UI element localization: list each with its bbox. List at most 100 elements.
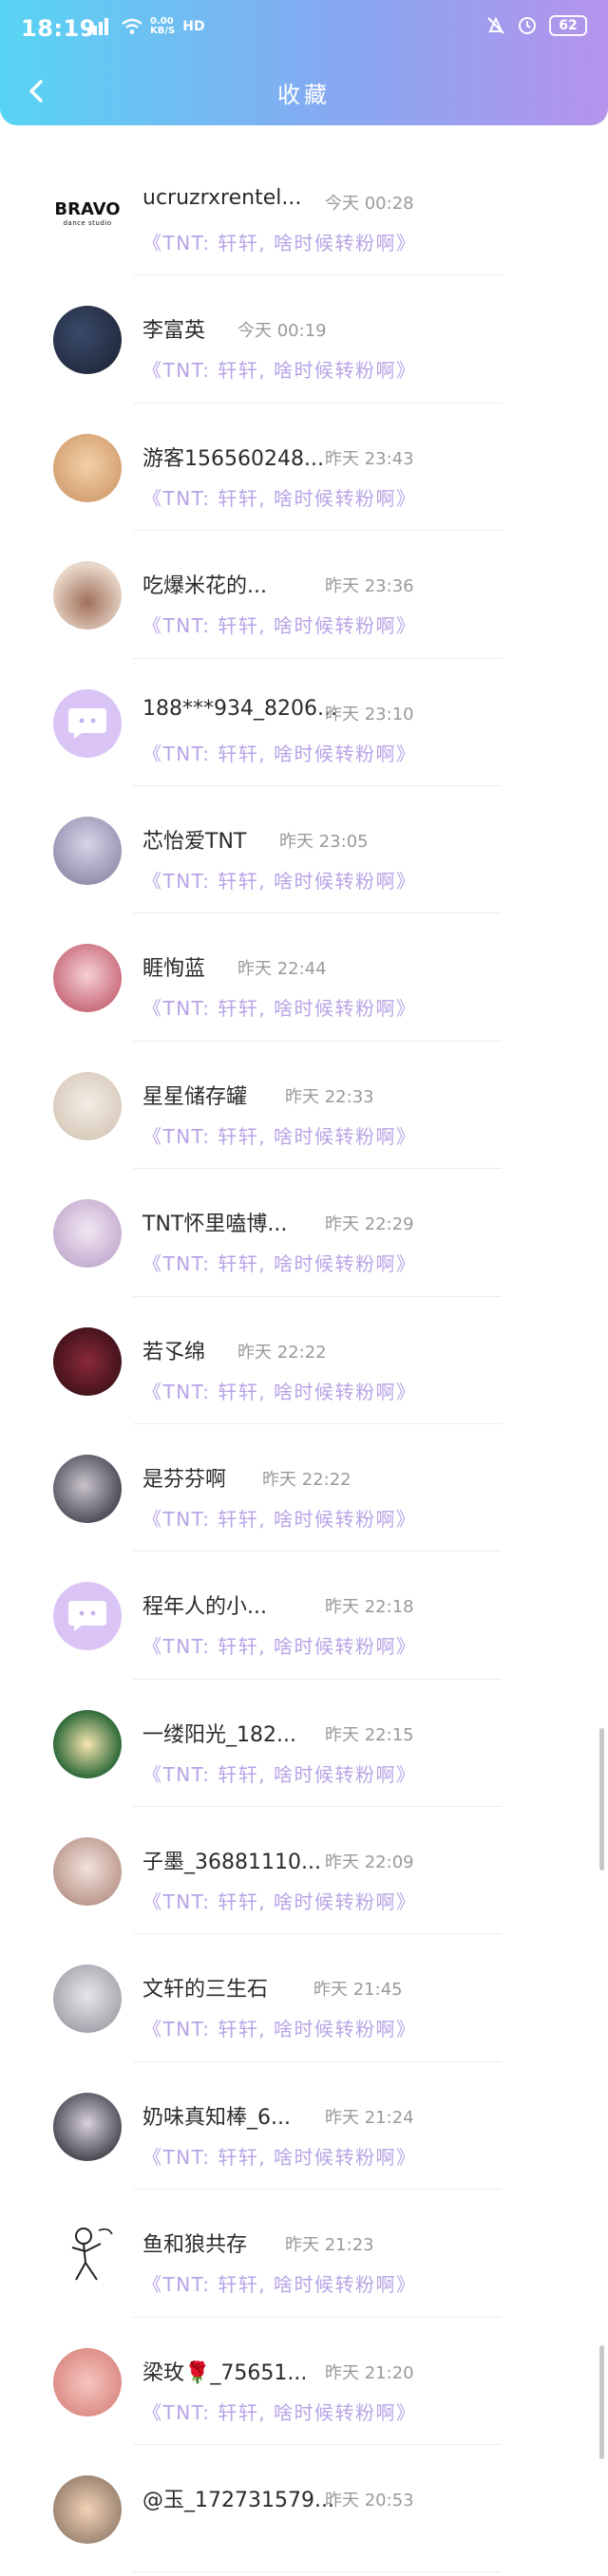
message-preview: 《TNT: 轩轩, 啥时候转粉啊》: [142, 614, 417, 638]
list-item[interactable]: 游客156560248... 昨天 23:43 《TNT: 轩轩, 啥时候转粉啊…: [0, 407, 608, 535]
avatar: [53, 1965, 122, 2034]
timestamp: 昨天 22:22: [238, 1342, 327, 1363]
timestamp: 昨天 20:53: [325, 2491, 414, 2511]
message-preview: 《TNT: 轩轩, 啥时候转粉啊》: [142, 1762, 417, 1786]
status-time: 18:19: [21, 15, 96, 42]
list-item[interactable]: 鱼和狼共存 昨天 21:23 《TNT: 轩轩, 啥时候转粉啊》: [0, 2193, 608, 2321]
user-name: 芯怡爱TNT: [142, 829, 247, 854]
status-right: 62: [486, 15, 587, 36]
user-name: 子墨_36881110...: [142, 1851, 321, 1875]
message-preview: 《TNT: 轩轩, 啥时候转粉啊》: [142, 997, 417, 1021]
timestamp: 今天 00:28: [325, 194, 414, 214]
signal-icon: [87, 18, 108, 35]
sketch-figure-icon: [71, 2228, 113, 2281]
message-preview: 《TNT: 轩轩, 啥时候转粉啊》: [142, 1124, 417, 1148]
message-preview: 《TNT: 轩轩, 啥时候转粉啊》: [142, 2273, 417, 2297]
user-name: 188***934_8206...: [142, 696, 337, 721]
timestamp: 昨天 23:10: [325, 704, 414, 724]
timestamp: 昨天 22:15: [325, 1724, 414, 1745]
network-type: HD: [182, 19, 205, 34]
timestamp: 昨天 21:20: [325, 2362, 414, 2383]
favorites-list: BRAVO dance studio ucruzrxrentel... 今天 0…: [0, 152, 608, 2576]
message-preview: 《TNT: 轩轩, 啥时候转粉啊》: [142, 1635, 417, 1659]
list-item[interactable]: 188***934_8206... 昨天 23:10 《TNT: 轩轩, 啥时候…: [0, 663, 608, 790]
timestamp: 昨天 21:24: [325, 2107, 414, 2128]
message-preview: 《TNT: 轩轩, 啥时候转粉啊》: [142, 232, 417, 254]
user-name: 一缕阳光_182...: [142, 1722, 296, 1747]
avatar: [53, 688, 122, 758]
user-name: 吃爆米花的...: [142, 574, 267, 599]
avatar-logo-subtext: dance studio: [63, 218, 112, 227]
scrollbar-thumb[interactable]: [599, 1728, 604, 1871]
list-item[interactable]: TNT怀里嗑博... 昨天 22:29 《TNT: 轩轩, 啥时候转粉啊》: [0, 1173, 608, 1300]
status-icons: 0.00 KB/S HD: [87, 17, 205, 36]
avatar: [53, 1199, 122, 1269]
user-name: 奶味真知棒_6...: [142, 2105, 291, 2130]
alarm-clock-icon: [519, 17, 536, 34]
user-name: 星星储存罐: [142, 1084, 248, 1109]
list-item[interactable]: 梁玫🌹_75651... 昨天 21:20 《TNT: 轩轩, 啥时候转粉啊》: [0, 2322, 608, 2449]
user-name: 程年人的小...: [142, 1595, 267, 1620]
list-item[interactable]: 睚恂蓝 昨天 22:44 《TNT: 轩轩, 啥时候转粉啊》: [0, 917, 608, 1044]
list-item[interactable]: 星星储存罐 昨天 22:33 《TNT: 轩轩, 啥时候转粉啊》: [0, 1045, 608, 1173]
avatar: [53, 944, 122, 1013]
scrollbar-thumb-secondary[interactable]: [599, 2345, 604, 2459]
list-item[interactable]: 程年人的小... 昨天 22:18 《TNT: 轩轩, 啥时候转粉啊》: [0, 1555, 608, 1683]
timestamp: 昨天 23:43: [325, 448, 414, 469]
timestamp: 昨天 21:45: [314, 1980, 403, 2001]
chat-bubble-icon: [68, 1601, 106, 1632]
list-item[interactable]: 是芬芬啊 昨天 22:22 《TNT: 轩轩, 啥时候转粉啊》: [0, 1428, 608, 1555]
avatar: [53, 433, 122, 502]
user-name: 若孓绵: [142, 1340, 206, 1364]
list-item[interactable]: 一缕阳光_182... 昨天 22:15 《TNT: 轩轩, 啥时候转粉啊》: [0, 1683, 608, 1811]
user-name: TNT怀里嗑博...: [142, 1213, 288, 1237]
avatar: [53, 1837, 122, 1907]
user-name: ucruzrxrentel...: [142, 186, 302, 210]
user-name: 睚恂蓝: [142, 957, 206, 982]
timestamp: 昨天 22:22: [262, 1469, 352, 1490]
list-item[interactable]: 若孓绵 昨天 22:22 《TNT: 轩轩, 啥时候转粉啊》: [0, 1301, 608, 1428]
list-item[interactable]: 李富英 今天 00:19 《TNT: 轩轩, 啥时候转粉啊》: [0, 279, 608, 406]
list-item[interactable]: BRAVO dance studio ucruzrxrentel... 今天 0…: [0, 152, 608, 279]
timestamp: 昨天 22:29: [325, 1214, 414, 1235]
avatar: [53, 1326, 122, 1396]
timestamp: 昨天 23:05: [279, 831, 369, 852]
avatar: [53, 561, 122, 630]
network-speed: 0.00 KB/S: [150, 17, 175, 36]
message-preview: 《TNT: 轩轩, 啥时候转粉啊》: [142, 869, 417, 893]
message-preview: 《TNT: 轩轩, 啥时候转粉啊》: [142, 1890, 417, 1914]
message-preview: 《TNT: 轩轩, 啥时候转粉啊》: [142, 1252, 417, 1276]
chat-bubble-icon: [68, 707, 106, 739]
alarm-off-icon: [487, 16, 504, 34]
user-name: 鱼和狼共存: [142, 2233, 248, 2258]
timestamp: 今天 00:19: [238, 321, 327, 342]
timestamp: 昨天 22:33: [285, 1086, 374, 1107]
timestamp: 昨天 23:36: [325, 576, 414, 597]
app-header: 18:19 0.00 KB/S HD 62 收藏: [0, 0, 608, 125]
avatar: [53, 2220, 122, 2289]
avatar: BRAVO dance studio: [53, 179, 122, 247]
list-item[interactable]: 子墨_36881110... 昨天 22:09 《TNT: 轩轩, 啥时候转粉啊…: [0, 1811, 608, 1938]
message-preview: 《TNT: 轩轩, 啥时候转粉啊》: [142, 1380, 417, 1403]
avatar: [53, 2347, 122, 2416]
list-item[interactable]: @玉_172731579... 昨天 20:53: [0, 2449, 608, 2576]
list-item[interactable]: 奶味真知棒_6... 昨天 21:24 《TNT: 轩轩, 啥时候转粉啊》: [0, 2066, 608, 2193]
timestamp: 昨天 21:23: [285, 2235, 374, 2256]
avatar: [53, 1709, 122, 1778]
message-preview: 《TNT: 轩轩, 啥时候转粉啊》: [142, 2018, 417, 2041]
message-preview: 《TNT: 轩轩, 啥时候转粉啊》: [142, 742, 417, 765]
message-preview: 《TNT: 轩轩, 啥时候转粉啊》: [142, 2145, 417, 2169]
wifi-icon: [122, 18, 142, 34]
user-name: 文轩的三生石: [142, 1978, 269, 2003]
avatar: [53, 1071, 122, 1140]
message-preview: 《TNT: 轩轩, 啥时候转粉啊》: [142, 486, 417, 510]
avatar: [53, 2092, 122, 2161]
timestamp: 昨天 22:18: [325, 1597, 414, 1618]
list-item[interactable]: 文轩的三生石 昨天 21:45 《TNT: 轩轩, 啥时候转粉啊》: [0, 1938, 608, 2065]
list-item[interactable]: 吃爆米花的... 昨天 23:36 《TNT: 轩轩, 啥时候转粉啊》: [0, 535, 608, 662]
message-preview: 《TNT: 轩轩, 啥时候转粉啊》: [142, 359, 417, 383]
timestamp: 昨天 22:09: [325, 1852, 414, 1873]
avatar: [53, 1454, 122, 1523]
page-title: 收藏: [277, 82, 331, 108]
list-item[interactable]: 芯怡爱TNT 昨天 23:05 《TNT: 轩轩, 啥时候转粉啊》: [0, 790, 608, 917]
